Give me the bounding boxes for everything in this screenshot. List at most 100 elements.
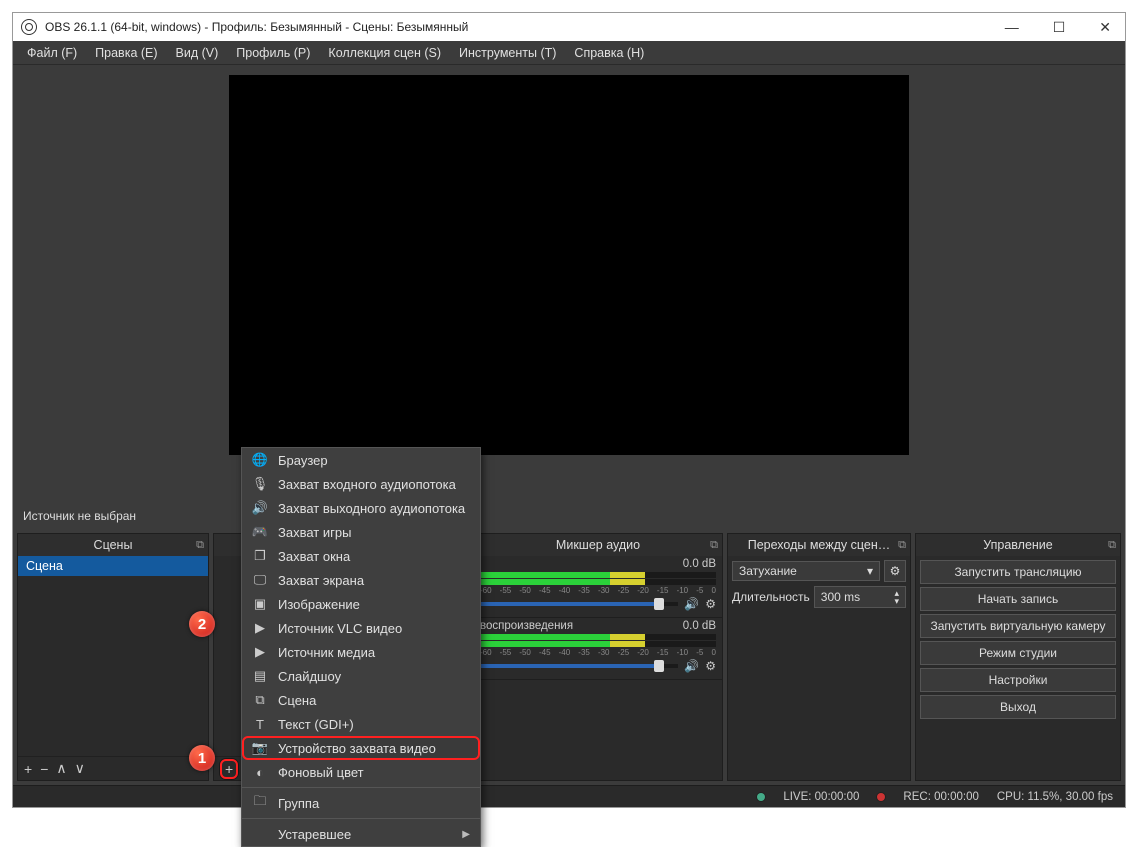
context-item-label: Изображение <box>278 597 360 612</box>
control-button[interactable]: Запустить виртуальную камеру <box>920 614 1116 638</box>
context-item-источник-медиа[interactable]: ▶Источник медиа <box>242 640 480 664</box>
transition-settings-button[interactable]: ⚙ <box>884 560 906 582</box>
mixer-title: Микшер аудио <box>556 538 640 552</box>
context-item-захват-игры[interactable]: 🎮 Захват игры <box>242 520 480 544</box>
submenu-arrow-icon: ▶ <box>462 829 470 840</box>
scene-item[interactable]: Сцена <box>18 556 208 576</box>
bottom-panels: Сцены ⧉ Сцена + − ∧ ∨ Источники ⧉ <box>13 529 1125 785</box>
cpu-status: CPU: 11.5%, 30.00 fps <box>997 791 1113 803</box>
context-item-label: Захват экрана <box>278 573 364 588</box>
duration-spinner[interactable]: 300 ms ▴▾ <box>814 586 906 608</box>
volume-slider[interactable] <box>480 664 678 668</box>
speaker-icon[interactable]: 🔊 <box>684 597 699 611</box>
popout-icon[interactable]: ⧉ <box>898 539 906 552</box>
mic-icon: 🎙 <box>252 476 268 492</box>
scene-down-button[interactable]: ∨ <box>75 760 85 777</box>
context-item-label: Захват входного аудиопотока <box>278 477 456 492</box>
minimize-button[interactable]: — <box>999 19 1025 36</box>
control-button[interactable]: Начать запись <box>920 587 1116 611</box>
play-icon: ▶ <box>252 644 268 660</box>
context-item-label: Источник VLC видео <box>278 621 402 636</box>
menu-item[interactable]: Профиль (P) <box>228 44 318 62</box>
context-item-фоновый-цвет[interactable]: ◐Фоновый цвет <box>242 760 480 784</box>
popout-icon[interactable]: ⧉ <box>710 539 718 552</box>
remove-scene-button[interactable]: − <box>40 761 48 777</box>
duration-value: 300 ms <box>821 590 860 604</box>
context-item-захват-окна[interactable]: ❐Захват окна <box>242 544 480 568</box>
menu-item[interactable]: Инструменты (T) <box>451 44 564 62</box>
context-item-устройство-захвата-видео[interactable]: 📷Устройство захвата видео <box>242 736 480 760</box>
context-item-label: Захват выходного аудиопотока <box>278 501 465 516</box>
control-button[interactable]: Выход <box>920 695 1116 719</box>
scenes-header: Сцены ⧉ <box>18 534 208 556</box>
window-title: OBS 26.1.1 (64-bit, windows) - Профиль: … <box>45 20 468 34</box>
context-separator <box>242 787 480 788</box>
window-controls: — ☐ ✕ <box>999 19 1117 36</box>
speaker-icon[interactable]: 🔊 <box>684 659 699 673</box>
menu-item[interactable]: Справка (H) <box>566 44 652 62</box>
context-item-label: Захват окна <box>278 549 350 564</box>
channel-db: 0.0 dB <box>683 620 716 632</box>
duration-label: Длительность <box>732 590 810 604</box>
context-item-захват-выходного-аудиопотока[interactable]: 🔊 Захват выходного аудиопотока <box>242 496 480 520</box>
context-item-label: Устройство захвата видео <box>278 741 436 756</box>
channel-db: 0.0 dB <box>683 558 716 570</box>
popout-icon[interactable]: ⧉ <box>1108 539 1116 552</box>
context-item-изображение[interactable]: ▣Изображение <box>242 592 480 616</box>
meter-ticks: -60-55-50-45-40-35-30-25-20-15-10-50 <box>480 586 716 595</box>
context-item-группа[interactable]: 🗀Группа <box>242 791 480 815</box>
context-item-label: Группа <box>278 796 319 811</box>
channel-name: воспроизведения <box>480 620 573 632</box>
transition-select[interactable]: Затухание ▾ <box>732 561 880 581</box>
add-scene-button[interactable]: + <box>24 761 32 777</box>
chevron-down-icon: ▾ <box>867 564 873 578</box>
context-item-label: Устаревшее <box>278 827 351 842</box>
volume-slider[interactable] <box>480 602 678 606</box>
context-item-захват-экрана[interactable]: 🖵 Захват экрана <box>242 568 480 592</box>
popout-icon[interactable]: ⧉ <box>196 539 204 552</box>
rec-status: REC: 00:00:00 <box>903 791 978 803</box>
scene-up-button[interactable]: ∧ <box>56 760 66 777</box>
text-icon: T <box>252 717 268 732</box>
control-button[interactable]: Режим студии <box>920 641 1116 665</box>
menu-item[interactable]: Вид (V) <box>168 44 227 62</box>
context-item-браузер[interactable]: 🌐Браузер <box>242 448 480 472</box>
scenes-footer: + − ∧ ∨ <box>18 756 208 780</box>
gear-icon[interactable]: ⚙ <box>705 597 716 611</box>
context-item-захват-входного-аудиопотока[interactable]: 🎙 Захват входного аудиопотока <box>242 472 480 496</box>
transitions-body: Затухание ▾ ⚙ Длительность 300 ms ▴▾ <box>728 556 910 616</box>
scenes-list[interactable]: Сцена <box>18 556 208 756</box>
controls-panel: Управление ⧉ Запустить трансляцию Начать … <box>915 533 1121 781</box>
context-item-текст-gdi-[interactable]: TТекст (GDI+) <box>242 712 480 736</box>
titlebar: OBS 26.1.1 (64-bit, windows) - Профиль: … <box>13 13 1125 41</box>
transitions-title: Переходы между сцен… <box>748 538 891 552</box>
maximize-button[interactable]: ☐ <box>1047 19 1072 36</box>
globe-icon: 🌐 <box>252 452 268 468</box>
context-item-label: Слайдшоу <box>278 669 341 684</box>
context-item-слайдшоу[interactable]: ▤Слайдшоу <box>242 664 480 688</box>
close-button[interactable]: ✕ <box>1093 19 1117 36</box>
context-item-label: Захват игры <box>278 525 351 540</box>
control-button[interactable]: Настройки <box>920 668 1116 692</box>
menu-item[interactable]: Правка (E) <box>87 44 165 62</box>
scenes-title: Сцены <box>94 538 133 552</box>
transitions-header: Переходы между сцен… ⧉ <box>728 534 910 556</box>
monitor-icon: 🖵 <box>252 572 268 588</box>
context-item-устаревшее[interactable]: Устаревшее ▶ <box>242 822 480 846</box>
add-source-button[interactable]: + <box>220 759 238 779</box>
mixer-panel: Микшер аудио ⧉ 0.0 dB -60-55-50-45-40-35… <box>473 533 723 781</box>
mixer-channel: воспроизведения0.0 dB -60-55-50-45-40-35… <box>474 618 722 680</box>
gear-icon[interactable]: ⚙ <box>705 659 716 673</box>
menu-item[interactable]: Файл (F) <box>19 44 85 62</box>
preview-canvas[interactable] <box>229 75 909 455</box>
controls-title: Управление <box>983 538 1053 552</box>
mixer-header: Микшер аудио ⧉ <box>474 534 722 556</box>
context-item-сцена[interactable]: ⧉Сцена <box>242 688 480 712</box>
transition-value: Затухание <box>739 564 797 578</box>
gamepad-icon: 🎮 <box>252 524 268 540</box>
speaker-icon: 🔊 <box>252 500 268 516</box>
audio-meter <box>480 634 716 647</box>
menu-item[interactable]: Коллекция сцен (S) <box>320 44 449 62</box>
context-item-источник-vlc-видео[interactable]: ▶Источник VLC видео <box>242 616 480 640</box>
control-button[interactable]: Запустить трансляцию <box>920 560 1116 584</box>
